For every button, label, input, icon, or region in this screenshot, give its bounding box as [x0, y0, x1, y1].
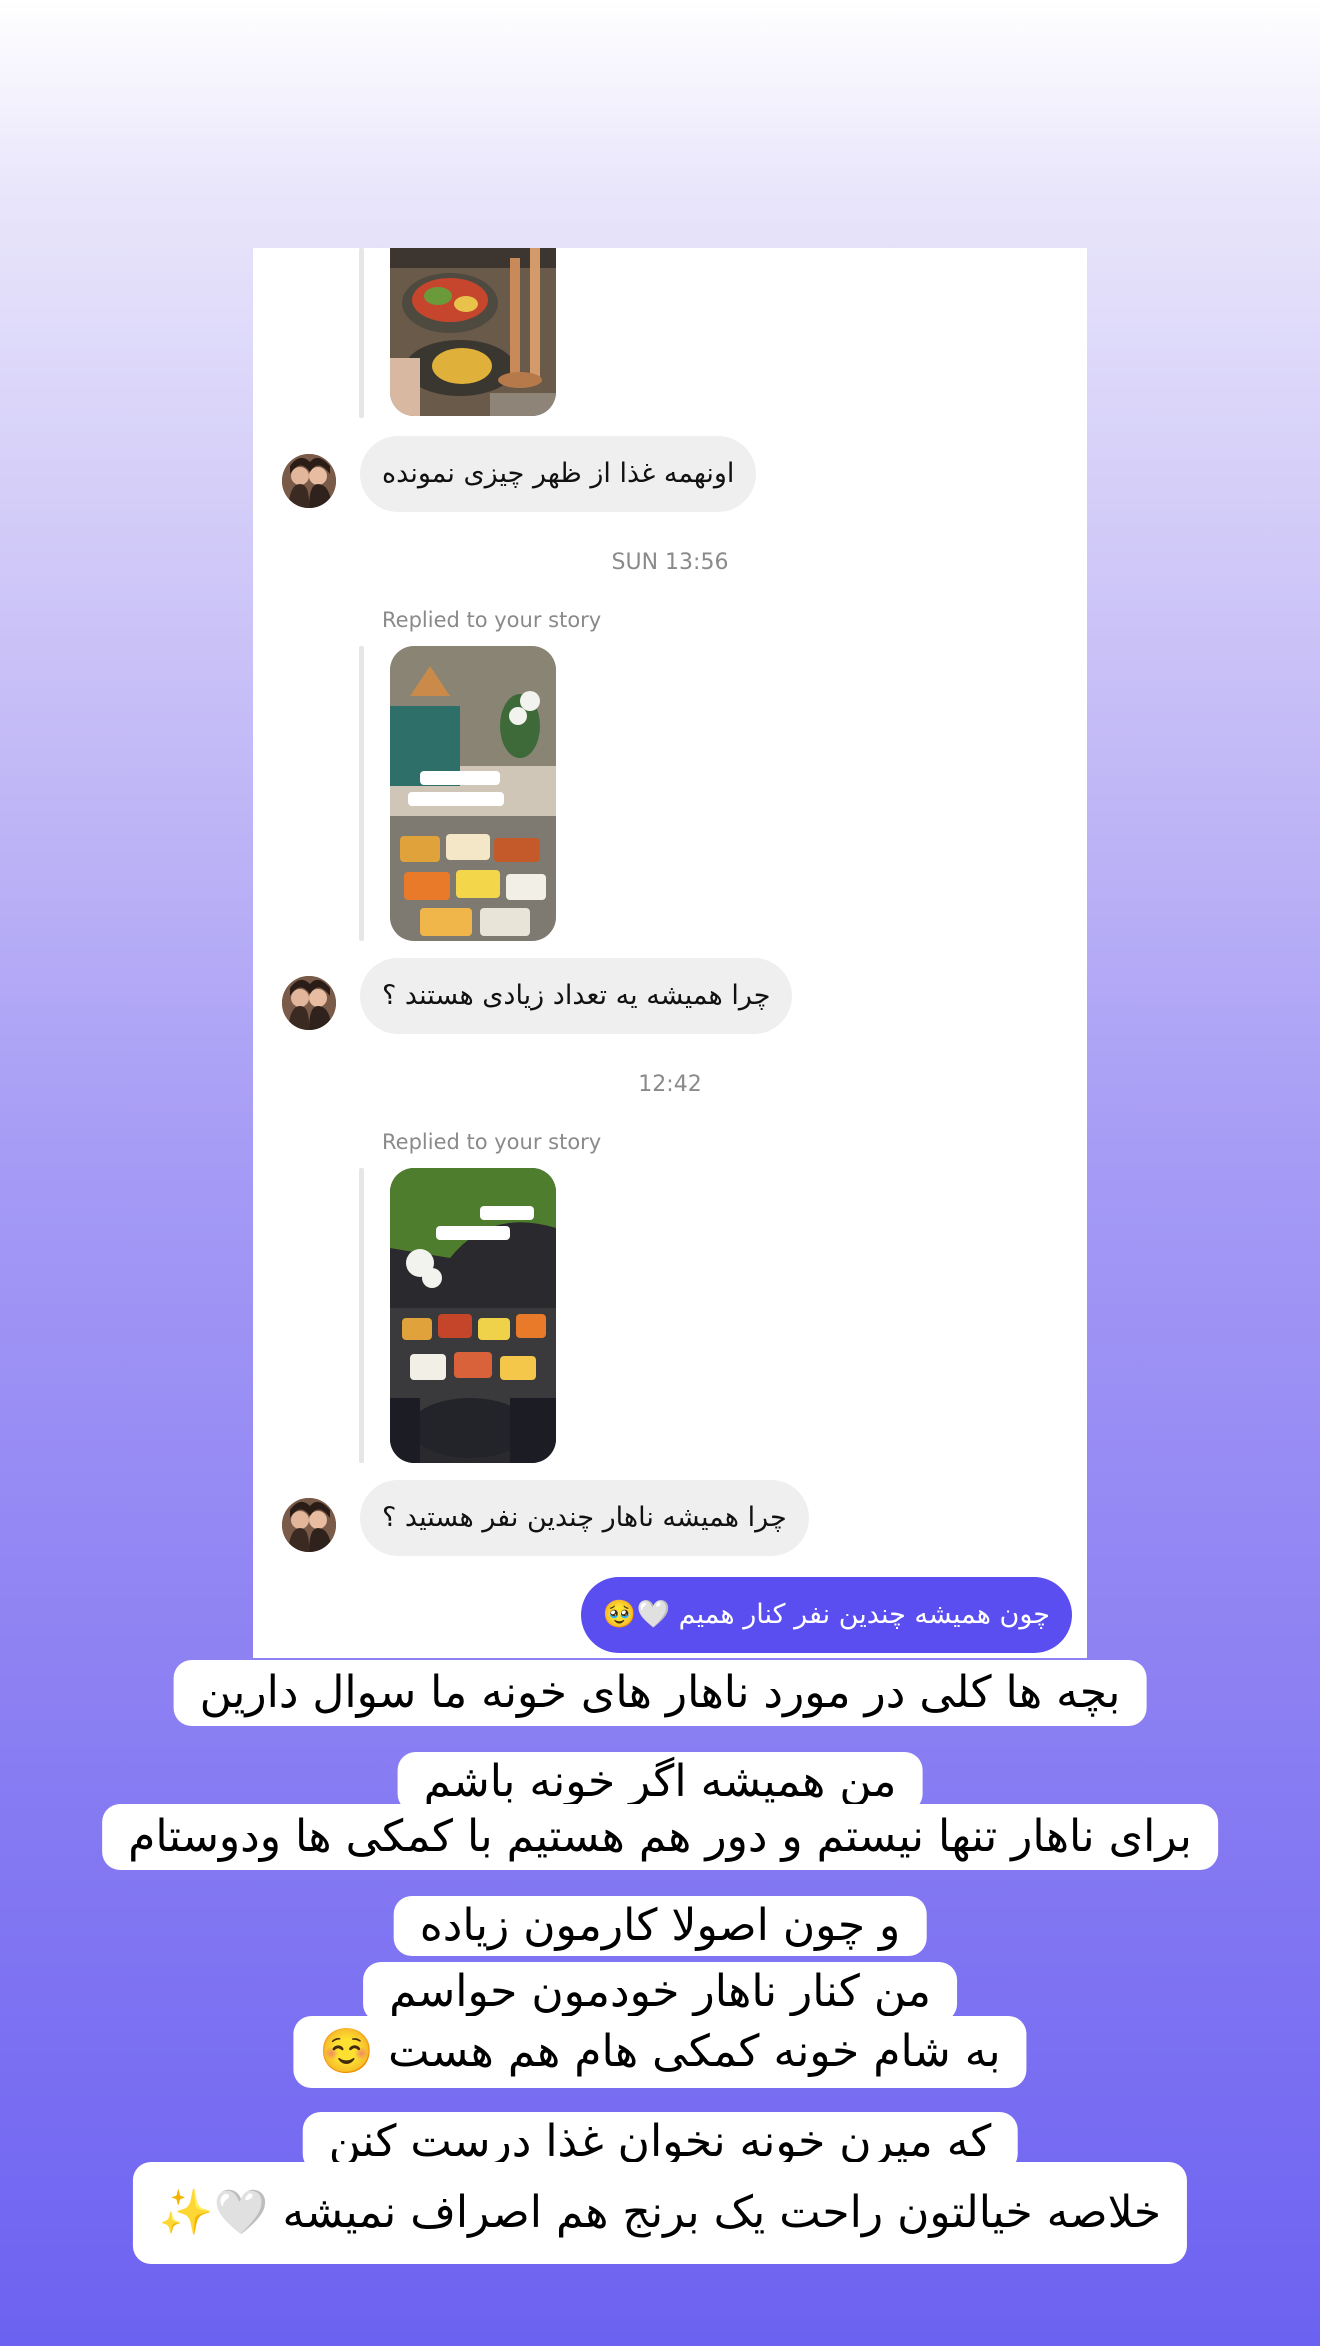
timestamp: 12:42 — [638, 1072, 702, 1097]
sent-message-bubble[interactable]: چون همیشه چندین نفر کنار همیم 🤍🥹 — [580, 1577, 1072, 1653]
received-message-bubble[interactable]: چرا همیشه ناهار چندین نفر هستید ؟ — [360, 1480, 809, 1556]
caption-line: بچه ها کلی در مورد ناهار های خونه ما سوا… — [173, 1660, 1147, 1726]
caption-line: برای ناهار تنها نیستم و دور هم هستیم با … — [102, 1804, 1218, 1870]
caption-line: من کنار ناهار خودمون حواسم — [363, 1962, 957, 2022]
received-message-bubble[interactable]: چرا همیشه یه تعداد زیادی هستند ؟ — [360, 958, 793, 1034]
story-thumbnail[interactable] — [390, 646, 556, 941]
caption-line: خلاصه خیالتون راحت یک برنج هم اصراف نمیش… — [132, 2162, 1188, 2264]
avatar[interactable] — [282, 976, 336, 1030]
profile-photo-icon — [282, 1498, 336, 1552]
caption-line: به شام خونه کمکی هام هم هست ☺️ — [293, 2016, 1027, 2088]
story-thumbnail[interactable] — [390, 1168, 556, 1463]
story-thumbnail-top[interactable] — [390, 248, 556, 416]
profile-photo-icon — [282, 976, 336, 1030]
replied-to-story-label: Replied to your story — [382, 608, 602, 632]
received-message-bubble[interactable]: اونهمه غذا از ظهر چیزی نمونده — [360, 436, 757, 512]
chat-panel: اونهمه غذا از ظهر چیزی نمونده SUN 13:56 … — [253, 248, 1087, 1658]
lunch-spread-thumbnail-icon — [390, 1168, 556, 1463]
caption-line: و چون اصولا کارمون زیاده — [393, 1896, 927, 1956]
timestamp: SUN 13:56 — [611, 550, 729, 575]
reply-thread-line — [359, 248, 364, 418]
profile-photo-icon — [282, 454, 336, 508]
replied-to-story-label: Replied to your story — [382, 1130, 602, 1154]
food-table-thumbnail-icon — [390, 248, 556, 416]
avatar[interactable] — [282, 454, 336, 508]
caption-line: من همیشه اگر خونه باشم — [397, 1752, 923, 1812]
dining-room-thumbnail-icon — [390, 646, 556, 941]
reply-thread-line — [359, 1168, 364, 1463]
avatar[interactable] — [282, 1498, 336, 1552]
reply-thread-line — [359, 646, 364, 941]
